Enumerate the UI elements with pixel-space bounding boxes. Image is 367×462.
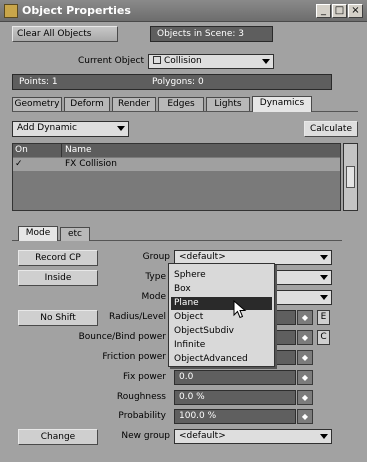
column-divider (61, 144, 62, 157)
new-group-dropdown[interactable]: <default> (174, 429, 332, 444)
mode-label: Mode (141, 292, 166, 302)
points-count: Points: 1 (19, 77, 58, 87)
chevron-down-icon (320, 295, 328, 300)
chevron-down-icon (320, 255, 328, 260)
menu-item-object[interactable]: Object (171, 311, 272, 324)
scrollbar-thumb[interactable] (346, 166, 355, 188)
group-label: Group (142, 252, 170, 262)
tab-lights[interactable]: Lights (206, 97, 250, 111)
record-cp-button[interactable]: Record CP (18, 250, 98, 266)
column-header-on: On (15, 145, 28, 155)
probability-field[interactable]: 100.0 % (174, 409, 296, 424)
list-item[interactable]: ✓ FX Collision (13, 158, 340, 171)
list-header: On Name (13, 144, 340, 157)
check-icon: ✓ (15, 159, 23, 169)
column-header-name: Name (65, 145, 92, 155)
minimize-button[interactable]: _ (316, 4, 331, 18)
new-group-label: New group (121, 431, 170, 441)
list-scrollbar[interactable] (343, 143, 358, 211)
app-icon (4, 4, 18, 18)
object-icon (153, 56, 161, 64)
roughness-label: Roughness (116, 392, 166, 402)
current-object-dropdown[interactable]: Collision (148, 54, 274, 69)
roughness-field[interactable]: 0.0 % (174, 390, 296, 405)
chevron-down-icon (262, 59, 270, 64)
current-object-value: Collision (164, 56, 202, 66)
roughness-spinner[interactable]: ◆ (297, 390, 313, 405)
menu-item-plane[interactable]: Plane (171, 297, 272, 310)
tab-deform[interactable]: Deform (64, 97, 110, 111)
menu-item-box[interactable]: Box (171, 283, 272, 296)
fix-power-label: Fix power (122, 372, 166, 382)
type-label: Type (145, 272, 166, 282)
list-item-name: FX Collision (65, 159, 117, 169)
tab-render[interactable]: Render (112, 97, 156, 111)
chevron-down-icon (320, 275, 328, 280)
mouse-cursor-icon (233, 300, 247, 319)
clear-all-objects-button[interactable]: Clear All Objects (12, 26, 118, 42)
tab-edges[interactable]: Edges (158, 97, 204, 111)
inside-button[interactable]: Inside (18, 270, 98, 286)
polygons-count: Polygons: 0 (152, 77, 204, 87)
probability-spinner[interactable]: ◆ (297, 409, 313, 424)
menu-item-objectadvanced[interactable]: ObjectAdvanced (171, 353, 272, 366)
friction-spinner[interactable]: ◆ (297, 350, 313, 365)
friction-power-label: Friction power (102, 352, 166, 362)
menu-item-sphere[interactable]: Sphere (171, 269, 272, 282)
calculate-button[interactable]: Calculate (304, 121, 358, 137)
tab-dynamics[interactable]: Dynamics (252, 96, 312, 112)
tab-geometry[interactable]: Geometry (12, 97, 62, 111)
add-dynamic-dropdown[interactable]: Add Dynamic (12, 121, 129, 137)
tab-mode[interactable]: Mode (18, 226, 58, 241)
maximize-button[interactable]: □ (332, 4, 347, 18)
radius-level-label: Radius/Level (109, 312, 166, 322)
chevron-down-icon (117, 126, 125, 131)
title-bar[interactable]: Object Properties _ □ × (0, 0, 367, 22)
tab-etc[interactable]: etc (60, 227, 90, 241)
change-button[interactable]: Change (18, 429, 98, 445)
fix-power-field[interactable]: 0.0 (174, 370, 296, 385)
probability-label: Probability (118, 411, 166, 421)
type-popup-menu[interactable]: Sphere Box Plane Object ObjectSubdiv Inf… (168, 263, 275, 367)
bounce-color-button[interactable]: C (317, 330, 330, 345)
stats-bar: Points: 1 Polygons: 0 (12, 74, 332, 90)
bounce-bind-power-label: Bounce/Bind power (78, 332, 166, 342)
group-value: <default> (179, 252, 226, 262)
close-button[interactable]: × (348, 4, 363, 18)
window-title: Object Properties (22, 4, 131, 17)
add-dynamic-label: Add Dynamic (17, 123, 77, 133)
no-shift-button[interactable]: No Shift (18, 310, 98, 326)
dynamics-list[interactable]: On Name ✓ FX Collision (12, 143, 341, 211)
menu-item-infinite[interactable]: Infinite (171, 339, 272, 352)
new-group-value: <default> (179, 431, 226, 441)
fix-spinner[interactable]: ◆ (297, 370, 313, 385)
radius-spinner[interactable]: ◆ (297, 310, 313, 325)
current-object-label: Current Object (78, 56, 144, 66)
objects-in-scene-display: Objects in Scene: 3 (150, 26, 273, 42)
chevron-down-icon (320, 434, 328, 439)
bounce-spinner[interactable]: ◆ (297, 330, 313, 345)
menu-item-objectsubdiv[interactable]: ObjectSubdiv (171, 325, 272, 338)
radius-envelope-button[interactable]: E (317, 310, 330, 325)
